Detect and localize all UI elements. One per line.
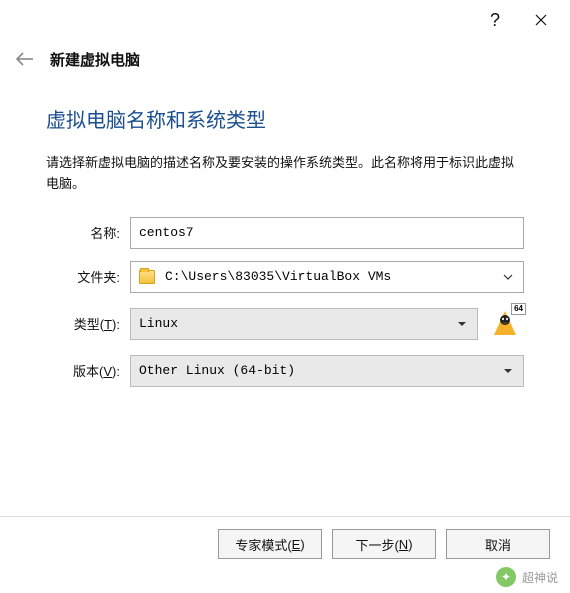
row-name: 名称:	[46, 217, 524, 249]
type-value: Linux	[139, 316, 178, 331]
row-type: 类型(T): Linux 64	[46, 305, 524, 343]
arch-badge: 64	[511, 303, 526, 315]
expert-mode-button[interactable]: 专家模式(E)	[218, 529, 322, 559]
page-heading: 虚拟电脑名称和系统类型	[46, 104, 524, 133]
folder-label: 文件夹:	[46, 267, 130, 286]
name-label: 名称:	[46, 223, 130, 242]
row-version: 版本(V): Other Linux (64-bit)	[46, 355, 524, 387]
arrow-left-icon	[15, 52, 35, 66]
folder-icon	[139, 270, 155, 284]
chevron-down-icon	[457, 321, 467, 327]
chevron-down-icon	[503, 274, 513, 280]
page-description: 请选择新虚拟电脑的描述名称及要安装的操作系统类型。此名称将用于标识此虚拟电脑。	[46, 153, 524, 195]
wizard-header: 新建虚拟电脑	[0, 40, 570, 70]
type-combo[interactable]: Linux	[130, 308, 478, 340]
wizard-content: 虚拟电脑名称和系统类型 请选择新虚拟电脑的描述名称及要安装的操作系统类型。此名称…	[0, 70, 570, 409]
version-value: Other Linux (64-bit)	[139, 363, 295, 378]
titlebar: ?	[0, 0, 570, 40]
close-button[interactable]	[518, 0, 564, 40]
cancel-button[interactable]: 取消	[446, 529, 550, 559]
name-input[interactable]	[130, 217, 524, 249]
wizard-title: 新建虚拟电脑	[50, 49, 140, 70]
chevron-down-icon	[503, 368, 513, 374]
folder-value: C:\Users\83035\VirtualBox VMs	[165, 269, 391, 284]
back-button[interactable]	[14, 48, 36, 70]
folder-combo[interactable]: C:\Users\83035\VirtualBox VMs	[130, 261, 524, 293]
row-folder: 文件夹: C:\Users\83035\VirtualBox VMs	[46, 261, 524, 293]
watermark: ✦ 超神说	[496, 567, 558, 587]
os-logo: 64	[486, 305, 524, 343]
next-button[interactable]: 下一步(N)	[332, 529, 436, 559]
help-button[interactable]: ?	[472, 0, 518, 40]
version-label: 版本(V):	[46, 361, 130, 380]
wechat-icon: ✦	[496, 567, 516, 587]
type-label: 类型(T):	[46, 314, 130, 333]
version-combo[interactable]: Other Linux (64-bit)	[130, 355, 524, 387]
close-icon	[535, 14, 547, 26]
wizard-footer: 专家模式(E) 下一步(N) 取消	[0, 516, 570, 559]
watermark-text: 超神说	[522, 569, 558, 586]
